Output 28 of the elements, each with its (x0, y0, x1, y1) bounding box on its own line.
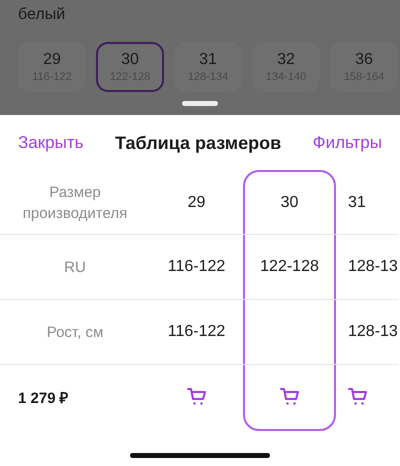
size-number: 30 (121, 51, 139, 69)
sheet-handle[interactable] (182, 101, 218, 106)
color-label: белый (18, 5, 66, 25)
table-cell: 30 (280, 194, 298, 212)
cart-icon[interactable] (186, 387, 206, 407)
row-label: Рост, см (46, 322, 104, 342)
filters-link[interactable]: Фильтры (312, 133, 382, 153)
size-number: 31 (199, 51, 217, 69)
table-cell: 122-128 (260, 258, 319, 276)
sheet-title: Таблица размеров (115, 132, 282, 154)
size-column[interactable]: 29 116-122 116-122 (150, 170, 243, 431)
row-label: Размер производителя (22, 183, 128, 224)
price: 1 279 ₽ (18, 389, 69, 407)
table-cell: 128-13 (348, 258, 398, 276)
table-cell: 31 (348, 194, 366, 212)
size-number: 29 (43, 51, 61, 69)
table-cell: 116-122 (168, 323, 226, 341)
table-cell: 128-13 (348, 323, 398, 341)
size-column[interactable]: 31 128-13 128-13 (336, 170, 398, 431)
close-link[interactable]: Закрыть (18, 133, 84, 153)
size-number: 36 (355, 51, 373, 69)
size-number: 32 (277, 51, 295, 69)
row-label: RU (64, 258, 86, 278)
cart-icon[interactable] (280, 387, 300, 407)
size-column[interactable]: 30 122-128 (243, 170, 336, 431)
table-cell: 116-122 (168, 258, 226, 276)
cart-icon[interactable] (348, 387, 368, 407)
table-cell: 29 (188, 194, 206, 212)
